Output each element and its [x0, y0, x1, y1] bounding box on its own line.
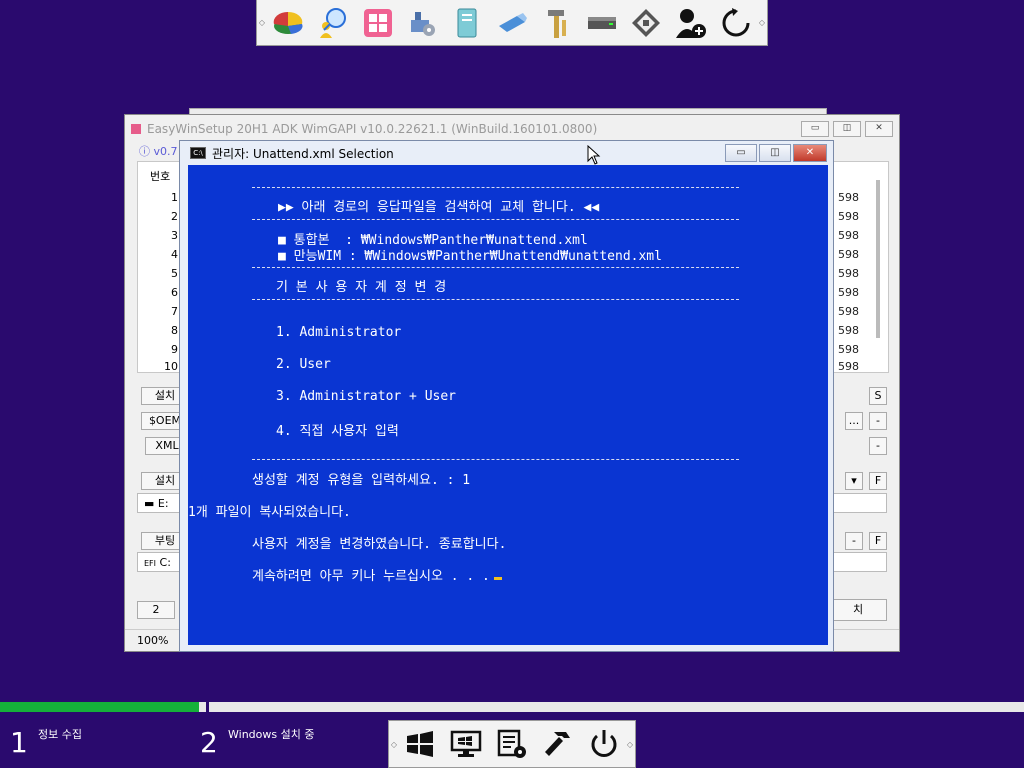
divider [252, 187, 739, 188]
toolbar-grip-right[interactable]: ◇ [625, 721, 635, 767]
copy-result: 1개 파일이 복사되었습니다. [188, 505, 351, 520]
row-number[interactable]: 2 [168, 210, 178, 223]
step-number: 2 [200, 726, 218, 759]
f-button[interactable]: F [869, 472, 887, 490]
row-number[interactable]: 8 [168, 324, 178, 337]
bottom-toolbar: ◇ ◇ [388, 720, 636, 768]
maximize-button[interactable]: ◫ [833, 121, 861, 137]
add-user-icon[interactable] [672, 4, 710, 42]
continue-prompt: 계속하려면 아무 키나 누르십시오 . . . [252, 565, 502, 584]
input-prompt: 생성할 계정 유형을 입력하세요. : 1 [252, 473, 471, 488]
row-number[interactable]: 9 [168, 343, 178, 356]
usb-drive-icon[interactable] [493, 4, 531, 42]
menu-option: 2. User [276, 357, 331, 372]
floppy-disk-icon[interactable] [627, 4, 665, 42]
system-tools-icon[interactable] [403, 4, 441, 42]
top-toolbar: ◇ ◇ [256, 0, 768, 46]
f-button-2[interactable]: F [869, 532, 887, 550]
row-number[interactable]: 5 [168, 267, 178, 280]
boot-drive-value: C: [159, 556, 171, 569]
version-label: ⓘ v0.7 [139, 145, 178, 158]
browse-button[interactable]: ... [845, 412, 863, 430]
windows-logo-icon[interactable] [401, 725, 439, 763]
row-value: 598 [838, 286, 859, 299]
row-value: 598 [838, 343, 859, 356]
row-number[interactable]: 10 [160, 360, 178, 373]
disk-partition-icon[interactable] [269, 4, 307, 42]
console-output[interactable]: ▶▶ 아래 경로의 응답파일을 검색하여 교체 합니다. ◀◀ ■ 통합본 : … [188, 165, 828, 645]
toolbar-grip-right[interactable]: ◇ [757, 0, 767, 45]
row-value: 598 [838, 324, 859, 337]
row-number[interactable]: 3 [168, 229, 178, 242]
search-user-icon[interactable] [314, 4, 352, 42]
console-heading: ▶▶ 아래 경로의 응답파일을 검색하여 교체 합니다. ◀◀ [278, 200, 600, 215]
console-title: 관리자: Unattend.xml Selection [212, 146, 394, 161]
menu-option: 1. Administrator [276, 325, 402, 340]
task-list-icon[interactable] [493, 725, 531, 763]
section-title: 기 본 사 용 자 계 정 변 경 [276, 280, 447, 295]
minus-button[interactable]: - [869, 412, 887, 430]
continue-text: 계속하려면 아무 키나 누르십시오 . . . [252, 569, 490, 584]
close-button[interactable]: ✕ [793, 144, 827, 162]
row-number[interactable]: 1 [168, 191, 178, 204]
window-titlebar[interactable]: EasyWinSetup 20H1 ADK WimGAPI v10.0.2262… [125, 115, 899, 143]
row-value: 598 [838, 210, 859, 223]
menu-option: 3. Administrator + User [276, 389, 457, 404]
close-button[interactable]: ✕ [865, 121, 893, 137]
minimize-button[interactable]: ▭ [801, 121, 829, 137]
menu-option: 4. 직접 사용자 입력 [276, 424, 399, 439]
s-button[interactable]: S [869, 387, 887, 405]
tools-icon[interactable] [538, 4, 576, 42]
drive-icon[interactable] [583, 4, 621, 42]
step-number: 1 [10, 726, 28, 759]
row-number[interactable]: 4 [168, 248, 178, 261]
console-window: C:\ 관리자: Unattend.xml Selection ▭ ◫ ✕ ▶▶… [179, 140, 834, 652]
row-value: 598 [838, 360, 859, 373]
windows-tiles-icon[interactable] [359, 4, 397, 42]
zoom-level: 100% [137, 634, 169, 647]
step-label: Windows 설치 중 [228, 728, 315, 741]
efi-label: EFI [144, 559, 157, 568]
mouse-pointer-icon [587, 145, 601, 165]
row-number[interactable]: 7 [168, 305, 178, 318]
divider [252, 299, 739, 300]
row-value: 598 [838, 248, 859, 261]
row-value: 598 [838, 229, 859, 242]
text-cursor [493, 577, 502, 580]
progress-separator [206, 702, 209, 712]
minimize-button[interactable]: ▭ [725, 144, 757, 162]
hammer-icon[interactable] [539, 725, 577, 763]
window-title: EasyWinSetup 20H1 ADK WimGAPI v10.0.2262… [147, 122, 598, 136]
toolbar-grip-left[interactable]: ◇ [389, 721, 399, 767]
count-field[interactable]: 2 [137, 601, 175, 619]
path-line-2: ■ 만능WIM : ₩Windows₩Panther₩Unattend₩unat… [278, 249, 662, 264]
monitor-icon[interactable] [447, 725, 485, 763]
divider [252, 459, 739, 460]
column-header-number[interactable]: 번호 [150, 168, 170, 184]
maximize-button[interactable]: ◫ [759, 144, 791, 162]
power-icon[interactable] [585, 725, 623, 763]
toolbar-grip-left[interactable]: ◇ [257, 0, 267, 45]
list-scrollbar[interactable] [876, 180, 880, 338]
install-start-button[interactable]: 치 [829, 599, 887, 621]
app-icon [131, 124, 141, 134]
row-value: 598 [838, 305, 859, 318]
divider [252, 267, 739, 268]
dropdown-button[interactable]: ▾ [845, 472, 863, 490]
minus-button-2[interactable]: - [869, 437, 887, 455]
minus-button-3[interactable]: - [845, 532, 863, 550]
refresh-icon[interactable] [717, 4, 755, 42]
console-icon: C:\ [190, 147, 206, 159]
divider [252, 219, 739, 220]
document-icon[interactable] [448, 4, 486, 42]
setup-progress-fill [0, 702, 199, 712]
completion-message: 사용자 계정을 변경하였습니다. 종료합니다. [252, 537, 507, 552]
step-label: 정보 수집 [38, 728, 82, 741]
row-value: 598 [838, 191, 859, 204]
row-value: 598 [838, 267, 859, 280]
row-number[interactable]: 6 [168, 286, 178, 299]
